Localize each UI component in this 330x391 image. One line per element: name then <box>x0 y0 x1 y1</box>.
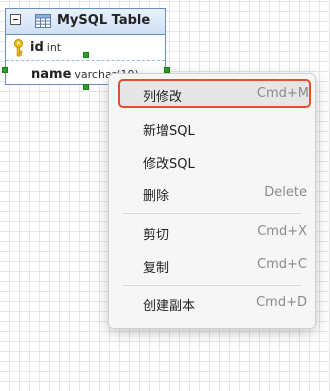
resize-handle[interactable] <box>2 67 8 73</box>
menu-item-shortcut: Delete <box>264 185 307 200</box>
key-icon <box>14 39 23 57</box>
menu-item-shortcut: Cmd+X <box>257 224 307 239</box>
menu-separator <box>123 285 301 286</box>
menu-item-label: 创建副本 <box>143 299 196 314</box>
menu-item-label: 新增SQL <box>143 124 195 139</box>
menu-item-delete[interactable]: 删除 Delete <box>117 180 309 206</box>
menu-item-shortcut: Cmd+M <box>256 86 309 101</box>
context-menu: 列修改 Cmd+M 新增SQL 修改SQL 删除 Delete 剪切 Cmd+X… <box>108 73 316 329</box>
menu-item-label: 删除 <box>143 189 170 204</box>
menu-item-shortcut: Cmd+D <box>256 295 307 310</box>
menu-item-copy[interactable]: 复制 Cmd+C <box>117 252 309 278</box>
menu-separator <box>123 213 301 214</box>
menu-item-edit-sql[interactable]: 修改SQL <box>117 148 309 174</box>
menu-item-label: 列修改 <box>143 90 183 105</box>
table-header[interactable]: MySQL Table <box>6 9 165 35</box>
resize-handle[interactable] <box>83 84 89 90</box>
menu-item-label: 修改SQL <box>143 157 195 172</box>
menu-item-add-sql[interactable]: 新增SQL <box>117 115 309 141</box>
table-title: MySQL Table <box>57 13 151 28</box>
menu-item-cut[interactable]: 剪切 Cmd+X <box>117 219 309 245</box>
field-type: int <box>46 41 62 54</box>
resize-handle[interactable] <box>83 52 89 58</box>
menu-item-duplicate[interactable]: 创建副本 Cmd+D <box>117 290 309 316</box>
menu-item-shortcut: Cmd+C <box>257 257 307 272</box>
field-name: id <box>30 40 44 55</box>
menu-item-label: 复制 <box>143 261 170 276</box>
menu-item-edit-columns[interactable]: 列修改 Cmd+M <box>118 79 311 108</box>
collapse-icon[interactable] <box>10 14 21 25</box>
field-name: name <box>31 67 72 82</box>
menu-item-label: 剪切 <box>143 228 170 243</box>
table-icon <box>35 14 51 28</box>
